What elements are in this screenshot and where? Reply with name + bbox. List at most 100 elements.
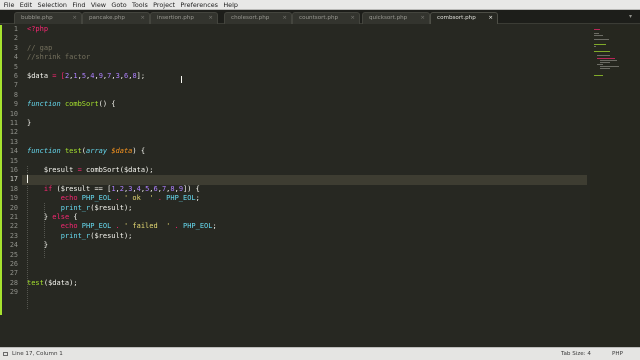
tab-label: pancake.php <box>89 15 125 21</box>
tab-list-dropdown-icon[interactable]: ▾ <box>629 13 632 20</box>
punctuation: () { <box>98 100 116 109</box>
code-line-6: $data = [2,1,5,4,9,7,3,6,8]; <box>27 72 587 81</box>
string: ' failed ' <box>123 222 171 231</box>
tab-label: cholesort.php <box>231 15 270 21</box>
menu-find[interactable]: Find <box>70 0 88 10</box>
line-number: 9 <box>13 100 18 109</box>
punctuation: ; <box>195 194 200 203</box>
line-number: 2 <box>13 34 18 43</box>
condition: ($result == [ <box>52 184 112 193</box>
string: ' ok ' <box>123 194 154 203</box>
code-line-18: if ($result == [1,2,3,4,5,6,7,8,9]) { <box>27 185 587 194</box>
function-name: test <box>64 147 82 156</box>
line-number: 26 <box>9 260 18 268</box>
comment: // gap <box>27 43 53 52</box>
menu-file[interactable]: File <box>1 0 17 10</box>
variable: $result <box>43 166 74 174</box>
close-icon[interactable]: × <box>282 13 287 24</box>
code-line-3: // gap <box>27 44 587 53</box>
tab-insertion[interactable]: insertion.php × <box>150 12 218 24</box>
function-call: print_r <box>60 203 91 212</box>
code-area[interactable]: <?php // gap //shrink factor $data = [2,… <box>22 25 587 347</box>
code-line-24: } <box>27 241 587 250</box>
code-line-28: test($data); <box>27 279 587 288</box>
punctuation: ; <box>212 222 217 231</box>
arguments: ($data); <box>43 278 78 287</box>
line-number: 13 <box>9 137 18 146</box>
close-icon[interactable]: × <box>208 13 213 24</box>
menu-project[interactable]: Project <box>150 0 177 10</box>
status-bar: Line 17, Column 1 Tab Size: 4 PHP <box>0 347 640 360</box>
code-line-14: function test(array $data) { <box>27 147 146 156</box>
operator: . <box>111 194 124 203</box>
constant: PHP_EOL <box>182 222 213 231</box>
code-line-21: } else { <box>27 213 587 222</box>
line-number: 28 <box>9 278 18 287</box>
punctuation: ) { <box>132 147 146 156</box>
tab-pancake[interactable]: pancake.php × <box>82 12 150 24</box>
close-icon[interactable]: × <box>488 13 493 24</box>
line-number-gutter: 1 2 3 4 5 6 7 8 9 10 11 12 13 14 15 16 17 18 19 20 21 22 23 24 2… <box>0 25 22 347</box>
line-number: 5 <box>13 62 18 71</box>
line-number: 3 <box>13 43 18 52</box>
keyword-echo: echo <box>60 194 78 203</box>
menu-tools[interactable]: Tools <box>129 0 150 10</box>
menu-edit[interactable]: Edit <box>17 0 35 10</box>
punctuation: ]) { <box>183 184 200 193</box>
menu-goto[interactable]: Goto <box>109 0 130 10</box>
code-line-11: } <box>27 119 587 128</box>
minimap[interactable] <box>590 25 640 347</box>
arguments: ($result); <box>90 231 133 240</box>
menu-view[interactable]: View <box>88 0 109 10</box>
tab-label: insertion.php <box>157 15 194 21</box>
line-number: 7 <box>13 81 18 90</box>
line-number: 21 <box>9 213 18 221</box>
line-number: 23 <box>9 231 18 240</box>
operator: . <box>153 194 167 203</box>
code-line-20: print_r($result); <box>27 204 587 213</box>
line-number: 6 <box>13 72 18 80</box>
code-line-17-current <box>22 175 587 185</box>
tab-countsort[interactable]: countsort.php × <box>292 12 360 24</box>
menu-selection[interactable]: Selection <box>35 0 70 10</box>
line-number: 18 <box>9 184 18 193</box>
editor-pane[interactable]: 1 2 3 4 5 6 7 8 9 10 11 12 13 14 15 16 17 18 19 20 21 22 23 24 2… <box>0 25 640 347</box>
tab-cholesort[interactable]: cholesort.php × <box>224 12 292 24</box>
tab-size-selector[interactable]: Tab Size: 4 <box>561 348 591 360</box>
status-left: Line 17, Column 1 <box>3 348 63 360</box>
menu-bar: File Edit Selection Find View Goto Tools… <box>0 0 640 10</box>
line-number: 16 <box>9 166 18 174</box>
function-call: print_r <box>60 231 91 240</box>
tab-bubble[interactable]: bubble.php × <box>14 12 82 24</box>
menu-preferences[interactable]: Preferences <box>178 0 221 10</box>
line-number: 24 <box>9 241 18 250</box>
parameter: $data <box>111 147 133 156</box>
line-number: 4 <box>13 53 18 62</box>
panel-toggle-icon[interactable] <box>3 351 8 356</box>
line-number: 12 <box>9 128 18 137</box>
syntax-selector[interactable]: PHP <box>612 348 623 360</box>
menu-help[interactable]: Help <box>221 0 241 10</box>
tab-label: combsort.php <box>437 15 476 21</box>
line-number: 1 <box>13 25 18 33</box>
keyword-else: else <box>52 213 70 221</box>
keyword-function: function <box>27 147 61 156</box>
line-number: 17 <box>9 175 18 184</box>
constant: PHP_EOL <box>81 194 112 203</box>
tab-quicksort[interactable]: quicksort.php × <box>362 12 430 24</box>
line-number: 25 <box>9 250 18 259</box>
line-number: 15 <box>9 156 18 165</box>
line-number: 8 <box>13 90 18 99</box>
punctuation: { <box>69 213 78 221</box>
comment: //shrink factor <box>27 53 91 62</box>
close-icon[interactable]: × <box>72 13 77 24</box>
line-number: 11 <box>9 119 18 127</box>
tab-combsort[interactable]: combsort.php × <box>430 12 498 24</box>
close-icon[interactable]: × <box>140 13 145 24</box>
close-icon[interactable]: × <box>420 13 425 24</box>
keyword-echo: echo <box>60 222 78 231</box>
line-number: 19 <box>9 194 18 203</box>
code-line-1: <?php <box>27 25 587 34</box>
close-icon[interactable]: × <box>350 13 355 24</box>
function-name: combSort <box>64 100 99 109</box>
